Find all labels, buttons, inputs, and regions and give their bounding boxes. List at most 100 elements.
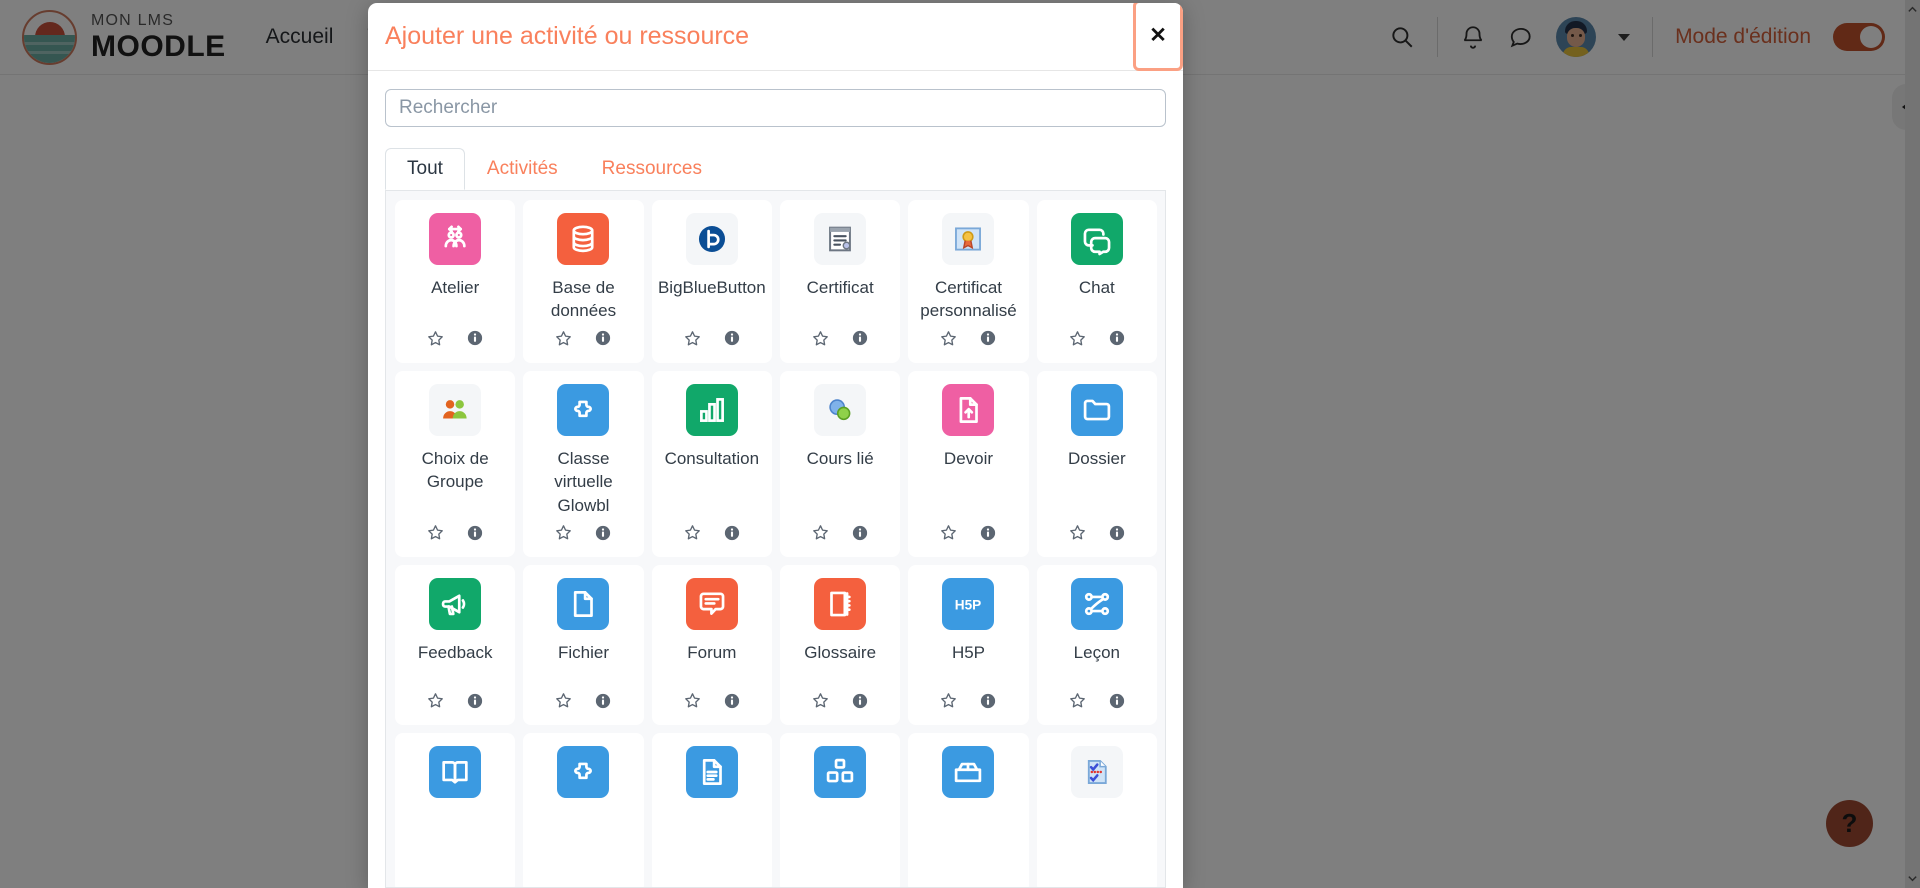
star-icon[interactable] <box>426 329 445 353</box>
activity-card[interactable] <box>651 733 772 887</box>
activity-card[interactable]: Cours lié <box>780 370 901 558</box>
activity-card-actions <box>1068 691 1126 715</box>
activity-card-actions <box>554 523 612 547</box>
modal-title: Ajouter une activité ou ressource <box>385 22 750 50</box>
chat-icon <box>1070 213 1123 265</box>
activity-card[interactable]: Certificat personnalisé <box>908 200 1029 363</box>
info-icon[interactable] <box>594 524 612 547</box>
h5p-icon: H5P <box>942 578 995 631</box>
search-input[interactable] <box>385 89 1166 127</box>
star-icon[interactable] <box>554 523 573 547</box>
activity-card-actions <box>426 329 484 353</box>
star-icon[interactable] <box>554 691 573 715</box>
activity-card-actions <box>554 329 612 353</box>
info-icon[interactable] <box>1108 329 1126 352</box>
activity-card-label: Leçon <box>1073 643 1120 663</box>
info-icon[interactable] <box>979 692 997 715</box>
svg-text:H5P: H5P <box>955 598 981 613</box>
activity-card[interactable]: Base de données <box>523 200 644 363</box>
info-icon[interactable] <box>594 329 612 352</box>
star-icon[interactable] <box>683 329 702 353</box>
activity-card-actions <box>811 523 869 547</box>
star-icon[interactable] <box>426 523 445 547</box>
info-icon[interactable] <box>851 524 869 547</box>
activity-card[interactable]: Classe virtuelle Glowbl <box>523 370 644 558</box>
star-icon[interactable] <box>554 329 573 353</box>
star-icon[interactable] <box>683 523 702 547</box>
tab-ressources[interactable]: Ressources <box>580 148 724 190</box>
book-icon <box>429 746 482 799</box>
star-icon[interactable] <box>1068 523 1087 547</box>
activity-card[interactable] <box>1036 733 1157 887</box>
add-activity-modal: Ajouter une activité ou ressource ✕ Tout… <box>368 3 1183 888</box>
tab-tout[interactable]: Tout <box>385 148 465 190</box>
activity-card-actions <box>1068 523 1126 547</box>
activity-card[interactable] <box>523 733 644 887</box>
info-icon[interactable] <box>1108 692 1126 715</box>
lesson-flow-icon <box>1070 578 1123 631</box>
box-package-icon <box>942 746 995 799</box>
info-icon[interactable] <box>979 329 997 352</box>
info-icon[interactable] <box>723 329 741 352</box>
activity-card[interactable] <box>780 733 901 887</box>
star-icon[interactable] <box>939 691 958 715</box>
tab-activites[interactable]: Activités <box>465 148 580 190</box>
folder-icon <box>1070 383 1123 436</box>
activity-card[interactable]: Chat <box>1036 200 1157 363</box>
star-icon[interactable] <box>1068 691 1087 715</box>
certificate-icon <box>814 213 867 265</box>
assignment-icon <box>942 383 995 436</box>
group-choice-icon <box>429 383 482 436</box>
activity-card[interactable]: Atelier <box>395 200 516 363</box>
feedback-megaphone-icon <box>429 578 482 631</box>
activity-chooser-grid: Atelier Base de données BigBlueButton Certi… <box>385 190 1166 888</box>
star-icon[interactable] <box>939 329 958 353</box>
star-icon[interactable] <box>1068 329 1087 353</box>
custom-certificate-icon <box>942 213 995 265</box>
activity-card-list: Atelier Base de données BigBlueButton Certi… <box>395 200 1157 887</box>
workshop-icon <box>429 213 482 265</box>
info-icon[interactable] <box>723 524 741 547</box>
star-icon[interactable] <box>811 329 830 353</box>
star-icon[interactable] <box>426 691 445 715</box>
info-icon[interactable] <box>594 692 612 715</box>
star-icon[interactable] <box>939 523 958 547</box>
activity-card[interactable]: Glossaire <box>780 565 901 726</box>
activity-card[interactable]: Consultation <box>651 370 772 558</box>
activity-card-actions <box>683 523 741 547</box>
info-icon[interactable] <box>851 329 869 352</box>
forum-icon <box>685 578 738 631</box>
info-icon[interactable] <box>466 329 484 352</box>
star-icon[interactable] <box>811 523 830 547</box>
activity-card-label: Consultation <box>664 448 760 468</box>
activity-card-label: Classe virtuelle Glowbl <box>554 448 613 515</box>
info-icon[interactable] <box>851 692 869 715</box>
activity-card[interactable]: Certificat <box>780 200 901 363</box>
activity-card-actions <box>939 523 997 547</box>
activity-card[interactable]: Fichier <box>523 565 644 726</box>
close-icon[interactable]: ✕ <box>1133 3 1183 71</box>
info-icon[interactable] <box>1108 524 1126 547</box>
activity-card[interactable]: H5P H5P <box>908 565 1029 726</box>
activity-card[interactable]: Feedback <box>395 565 516 726</box>
activity-card[interactable]: BigBlueButton <box>651 200 772 363</box>
activity-card[interactable] <box>395 733 516 887</box>
activity-card-actions <box>939 329 997 353</box>
info-icon[interactable] <box>466 524 484 547</box>
activity-card[interactable]: Choix de Groupe <box>395 370 516 558</box>
glossary-book-icon <box>814 578 867 631</box>
activity-card-actions <box>1068 329 1126 353</box>
star-icon[interactable] <box>811 691 830 715</box>
activity-card[interactable] <box>908 733 1029 887</box>
info-icon[interactable] <box>979 524 997 547</box>
activity-card-label: Certificat <box>806 278 874 297</box>
star-icon[interactable] <box>683 691 702 715</box>
activity-card[interactable]: Devoir <box>908 370 1029 558</box>
info-icon[interactable] <box>466 692 484 715</box>
activity-card[interactable]: Leçon <box>1036 565 1157 726</box>
info-icon[interactable] <box>723 692 741 715</box>
activity-card-label: Dossier <box>1068 448 1126 468</box>
activity-card-actions <box>811 329 869 353</box>
activity-card[interactable]: Dossier <box>1036 370 1157 558</box>
activity-card[interactable]: Forum <box>651 565 772 726</box>
